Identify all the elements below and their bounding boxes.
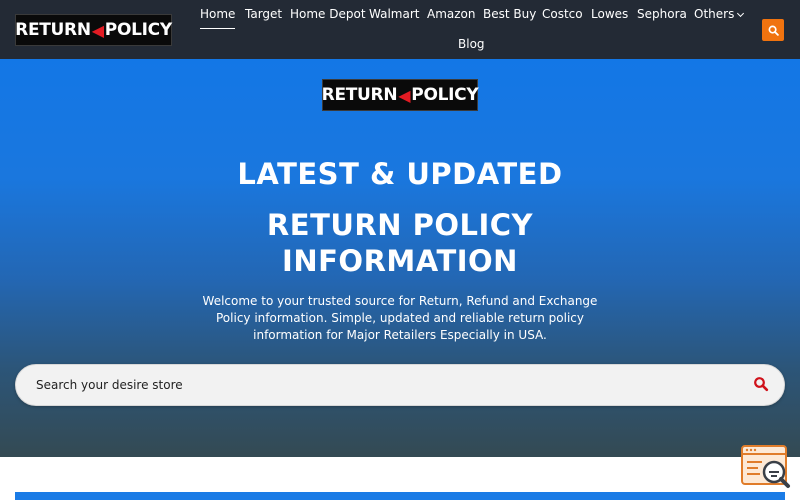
floating-search-widget-icon[interactable]	[740, 444, 792, 492]
hero-logo-text-left: RETURN	[321, 85, 398, 105]
nav-home[interactable]: Home	[200, 7, 236, 29]
site-header: RETURN ◀ POLICY Home Target Home Depot W…	[0, 0, 800, 59]
main-nav: Home Target Home Depot Walmart Amazon Be…	[0, 0, 800, 59]
hero-title-line1: LATEST & UPDATED	[237, 157, 563, 191]
search-icon	[768, 25, 779, 36]
header-search-button[interactable]	[762, 19, 784, 41]
hero-intro-text: Welcome to your trusted source for Retur…	[202, 294, 598, 342]
nav-costco[interactable]: Costco	[542, 7, 583, 21]
nav-blog[interactable]: Blog	[458, 37, 485, 51]
chevron-down-icon	[737, 9, 745, 18]
nav-others-label: Others	[694, 7, 735, 21]
hero-title-line2: RETURN POLICY	[266, 208, 534, 242]
nav-others[interactable]: Others	[694, 7, 745, 21]
nav-lowes[interactable]: Lowes	[591, 7, 628, 21]
store-search-bar	[15, 364, 785, 406]
content-section-top-bar	[15, 492, 785, 500]
nav-walmart[interactable]: Walmart	[369, 7, 419, 21]
hero-logo-text-right: POLICY	[411, 85, 479, 105]
hero-title-line3: INFORMATION	[282, 244, 518, 278]
nav-amazon[interactable]: Amazon	[427, 7, 476, 21]
nav-best-buy[interactable]: Best Buy	[483, 7, 536, 21]
hero-title-line2-3: RETURN POLICY INFORMATION	[0, 207, 800, 279]
nav-target[interactable]: Target	[245, 7, 282, 21]
nav-home-depot[interactable]: Home Depot	[290, 7, 366, 21]
hero-logo-arrow-icon: ◀	[398, 85, 411, 105]
nav-sephora[interactable]: Sephora	[637, 7, 687, 21]
hero-logo: RETURN ◀ POLICY	[321, 79, 479, 111]
store-search-input[interactable]	[36, 365, 736, 405]
store-search-icon[interactable]	[753, 376, 769, 392]
